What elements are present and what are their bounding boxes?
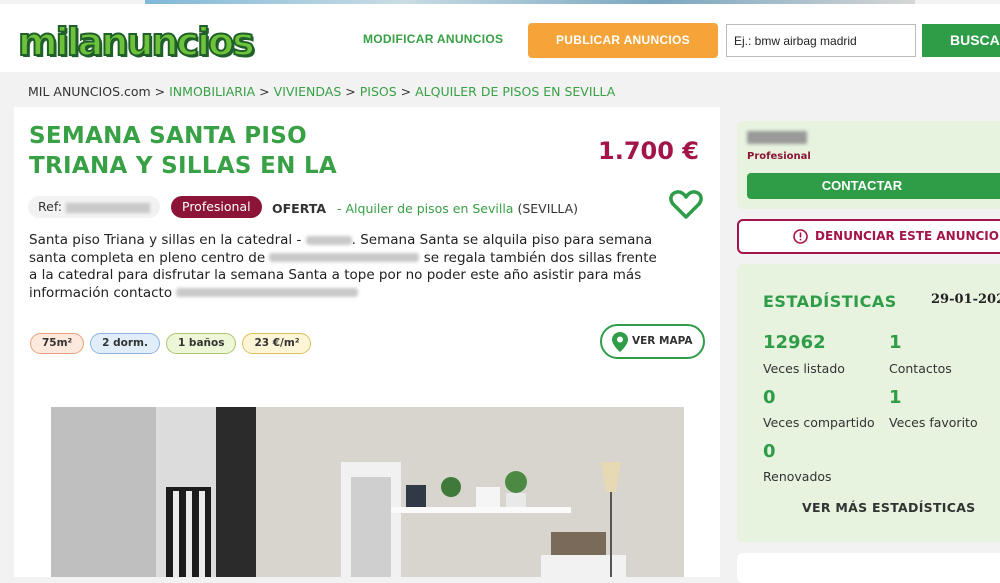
tag-size: 75m² xyxy=(30,333,85,354)
stat-renewed-label: Renovados xyxy=(763,469,832,484)
blurred-text xyxy=(269,253,420,262)
more-statistics-link[interactable]: VER MÁS ESTADÍSTICAS xyxy=(802,500,976,515)
stat-listed-label: Veces listado xyxy=(763,361,845,376)
contact-button[interactable]: CONTACTAR xyxy=(747,173,1000,199)
statistics-title: ESTADÍSTICAS xyxy=(763,292,897,311)
breadcrumb-separator: > xyxy=(154,84,166,99)
stat-contacts-value: 1 xyxy=(889,332,902,353)
tag-baths: 1 baños xyxy=(165,333,237,354)
listing-description: Santa piso Triana y sillas en la catedra… xyxy=(29,232,669,302)
listing-price: 1.700 € xyxy=(598,137,699,165)
stat-contacts-label: Contactos xyxy=(889,361,952,376)
stat-favorite-label: Veces favorito xyxy=(889,415,978,430)
breadcrumb-home[interactable]: MIL ANUNCIOS.com xyxy=(28,84,151,99)
reference-badge: Ref: xyxy=(28,196,160,218)
listing-photo[interactable] xyxy=(51,407,684,577)
stat-shared-value: 0 xyxy=(763,387,776,408)
statistics-panel: ESTADÍSTICAS 29-01-2021 12962 Veces list… xyxy=(737,264,1000,542)
listing-location: - Alquiler de pisos en Sevilla (SEVILLA) xyxy=(337,201,578,216)
sidebar-bottom-card xyxy=(737,553,1000,583)
blurred-text xyxy=(176,288,359,297)
statistics-date: 29-01-2021 xyxy=(931,292,1000,307)
publish-ads-button[interactable]: PUBLICAR ANUNCIOS xyxy=(528,23,718,58)
listing-card: SEMANA SANTA PISO TRIANA Y SILLAS EN LA … xyxy=(14,107,720,577)
seller-type: Profesional xyxy=(747,151,811,162)
listing-title: SEMANA SANTA PISO TRIANA Y SILLAS EN LA xyxy=(29,123,338,179)
description-part: Santa piso Triana y sillas en la catedra… xyxy=(29,232,306,248)
location-dash: - xyxy=(337,201,342,216)
heart-icon[interactable] xyxy=(669,190,703,220)
professional-badge: Profesional xyxy=(171,196,262,218)
blurred-text xyxy=(305,235,352,245)
stat-renewed-value: 0 xyxy=(763,441,776,462)
site-header: milanuncios MODIFICAR ANUNCIOS PUBLICAR … xyxy=(0,4,1000,72)
tag-rooms: 2 dorm. xyxy=(90,333,160,354)
report-ad-label: DENUNCIAR ESTE ANUNCIO xyxy=(815,229,999,243)
listing-tags: 75m² 2 dorm. 1 baños 23 €/m² xyxy=(30,333,312,354)
seller-card: Profesional CONTACTAR xyxy=(737,121,1000,209)
report-ad-button[interactable]: DENUNCIAR ESTE ANUNCIO xyxy=(737,219,1000,254)
stat-shared-label: Veces compartido xyxy=(763,415,875,430)
stat-listed-value: 12962 xyxy=(763,332,826,353)
category-link[interactable]: Alquiler de pisos en Sevilla xyxy=(346,201,514,216)
breadcrumb-item-pisos[interactable]: PISOS xyxy=(360,84,397,99)
stat-favorite-value: 1 xyxy=(889,387,902,408)
breadcrumb-separator: > xyxy=(259,84,270,99)
view-map-button[interactable]: VER MAPA xyxy=(600,324,705,359)
offer-type: OFERTA xyxy=(272,201,326,216)
tag-price-per-m2: 23 €/m² xyxy=(242,333,312,354)
map-pin-icon xyxy=(612,332,628,352)
reference-label: Ref: xyxy=(38,199,62,214)
breadcrumb: MIL ANUNCIOS.com > INMOBILIARIA > VIVIEN… xyxy=(28,84,615,99)
alert-circle-icon xyxy=(793,229,808,244)
province-label: (SEVILLA) xyxy=(517,201,579,216)
breadcrumb-separator: > xyxy=(345,84,356,99)
search-input[interactable] xyxy=(726,24,916,57)
breadcrumb-separator: > xyxy=(400,84,412,99)
breadcrumb-item-viviendas[interactable]: VIVIENDAS xyxy=(274,84,342,99)
search-button[interactable]: BUSCAR xyxy=(922,24,1000,57)
seller-name-blurred xyxy=(747,131,807,144)
reference-number-blurred xyxy=(65,202,150,213)
modify-ads-link[interactable]: MODIFICAR ANUNCIOS xyxy=(363,32,503,46)
site-logo[interactable]: milanuncios xyxy=(17,18,256,66)
view-map-label: VER MAPA xyxy=(632,335,693,347)
breadcrumb-item-alquiler[interactable]: ALQUILER DE PISOS EN SEVILLA xyxy=(415,84,615,99)
breadcrumb-item-inmobiliaria[interactable]: INMOBILIARIA xyxy=(169,84,255,99)
